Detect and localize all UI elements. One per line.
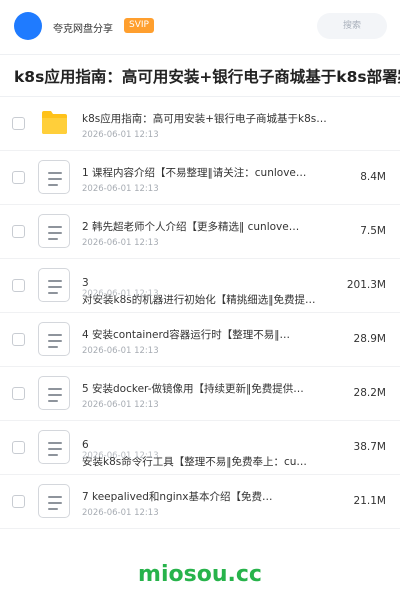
file-name[interactable]: 7 keepalived和nginx基本介绍【免费…	[82, 490, 327, 504]
file-date: 2026-06-01 12:13	[82, 130, 159, 140]
username: 夸克网盘分享	[53, 24, 113, 35]
document-icon	[38, 268, 70, 302]
file-date: 2026-06-01 12:13	[82, 508, 159, 518]
file-name[interactable]: 5 安装docker-做镜像用【持续更新‖免费提供…	[82, 382, 327, 396]
file-row[interactable]: 4 安装containerd容器运行时【整理不易‖… 2026-06-01 12…	[0, 313, 400, 367]
file-name[interactable]: 2 韩先超老师个人介绍【更多精选‖ cunlove…	[82, 220, 327, 234]
row-checkbox[interactable]	[12, 279, 25, 292]
row-checkbox[interactable]	[12, 387, 25, 400]
row-checkbox[interactable]	[12, 495, 25, 508]
document-icon	[38, 322, 70, 356]
file-size: 8.4M	[360, 171, 386, 183]
page-title: k8s应用指南：高可用安装+银行电子商城基于k8s部署案例	[14, 68, 400, 86]
file-date: 2026-06-01 12:13	[82, 184, 159, 194]
file-row[interactable]: 7 keepalived和nginx基本介绍【免费… 2026-06-01 12…	[0, 475, 400, 529]
file-name-line1: 3	[82, 277, 89, 289]
row-checkbox[interactable]	[12, 333, 25, 346]
file-date: 2026-06-01 12:13	[82, 346, 159, 356]
file-row[interactable]: k8s应用指南：高可用安装+银行电子商城基于k8s… 2026-06-01 12…	[0, 97, 400, 151]
svip-badge: SVIP	[124, 18, 154, 33]
file-size: 7.5M	[360, 225, 386, 237]
file-size: 201.3M	[346, 279, 386, 291]
file-date: 2026-06-01 12:13	[82, 289, 159, 299]
row-checkbox[interactable]	[12, 117, 25, 130]
row-checkbox[interactable]	[12, 441, 25, 454]
file-row[interactable]: 6 安装k8s命令行工具【整理不易‖免费奉上：cu… 2026-06-01 12…	[0, 421, 400, 475]
document-icon	[38, 430, 70, 464]
file-date: 2026-06-01 12:13	[82, 451, 159, 461]
document-icon	[38, 376, 70, 410]
row-checkbox[interactable]	[12, 171, 25, 184]
document-icon	[38, 214, 70, 248]
file-size: 21.1M	[353, 495, 386, 507]
file-size: 28.9M	[353, 333, 386, 345]
file-size: 28.2M	[353, 387, 386, 399]
file-row[interactable]: 5 安装docker-做镜像用【持续更新‖免费提供… 2026-06-01 12…	[0, 367, 400, 421]
folder-icon	[42, 111, 67, 134]
file-size: 38.7M	[353, 441, 386, 453]
document-icon	[38, 160, 70, 194]
avatar[interactable]	[14, 12, 42, 40]
row-checkbox[interactable]	[12, 225, 25, 238]
search-input[interactable]: 搜索	[317, 13, 387, 39]
header: 夸克网盘分享 SVIP 搜索	[0, 0, 400, 54]
file-row[interactable]: 2 韩先超老师个人介绍【更多精选‖ cunlove… 2026-06-01 12…	[0, 205, 400, 259]
file-name-line1: 6	[82, 439, 89, 451]
file-name[interactable]: k8s应用指南：高可用安装+银行电子商城基于k8s…	[82, 112, 327, 126]
file-row[interactable]: 1 课程内容介绍【不易整理‖请关注：cunlove… 2026-06-01 12…	[0, 151, 400, 205]
watermark-logo: miosou.cc	[138, 562, 262, 587]
document-icon	[38, 484, 70, 518]
divider	[0, 54, 400, 55]
file-name[interactable]: 1 课程内容介绍【不易整理‖请关注：cunlove…	[82, 166, 327, 180]
file-date: 2026-06-01 12:13	[82, 238, 159, 248]
file-row[interactable]: 3 对安装k8s的机器进行初始化【精挑细选‖免费提… 2026-06-01 12…	[0, 259, 400, 313]
file-date: 2026-06-01 12:13	[82, 400, 159, 410]
file-name[interactable]: 4 安装containerd容器运行时【整理不易‖…	[82, 328, 327, 342]
